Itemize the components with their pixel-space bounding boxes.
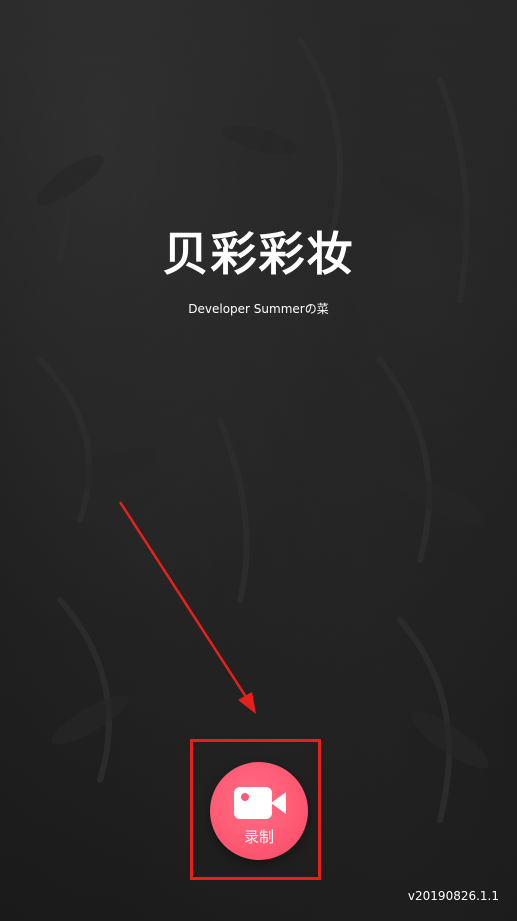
app-title: 贝彩彩妆 [162,227,355,281]
developer-subtitle: Developer Summerの菜 [188,302,329,316]
version-label: v20190826.1.1 [407,889,499,903]
record-button-label: 录制 [243,828,274,846]
splash-screen: 贝彩彩妆 Developer Summerの菜 录制 v20190826.1.1 [0,0,517,921]
video-camera-icon [234,787,286,819]
record-button[interactable]: 录制 [210,762,308,860]
